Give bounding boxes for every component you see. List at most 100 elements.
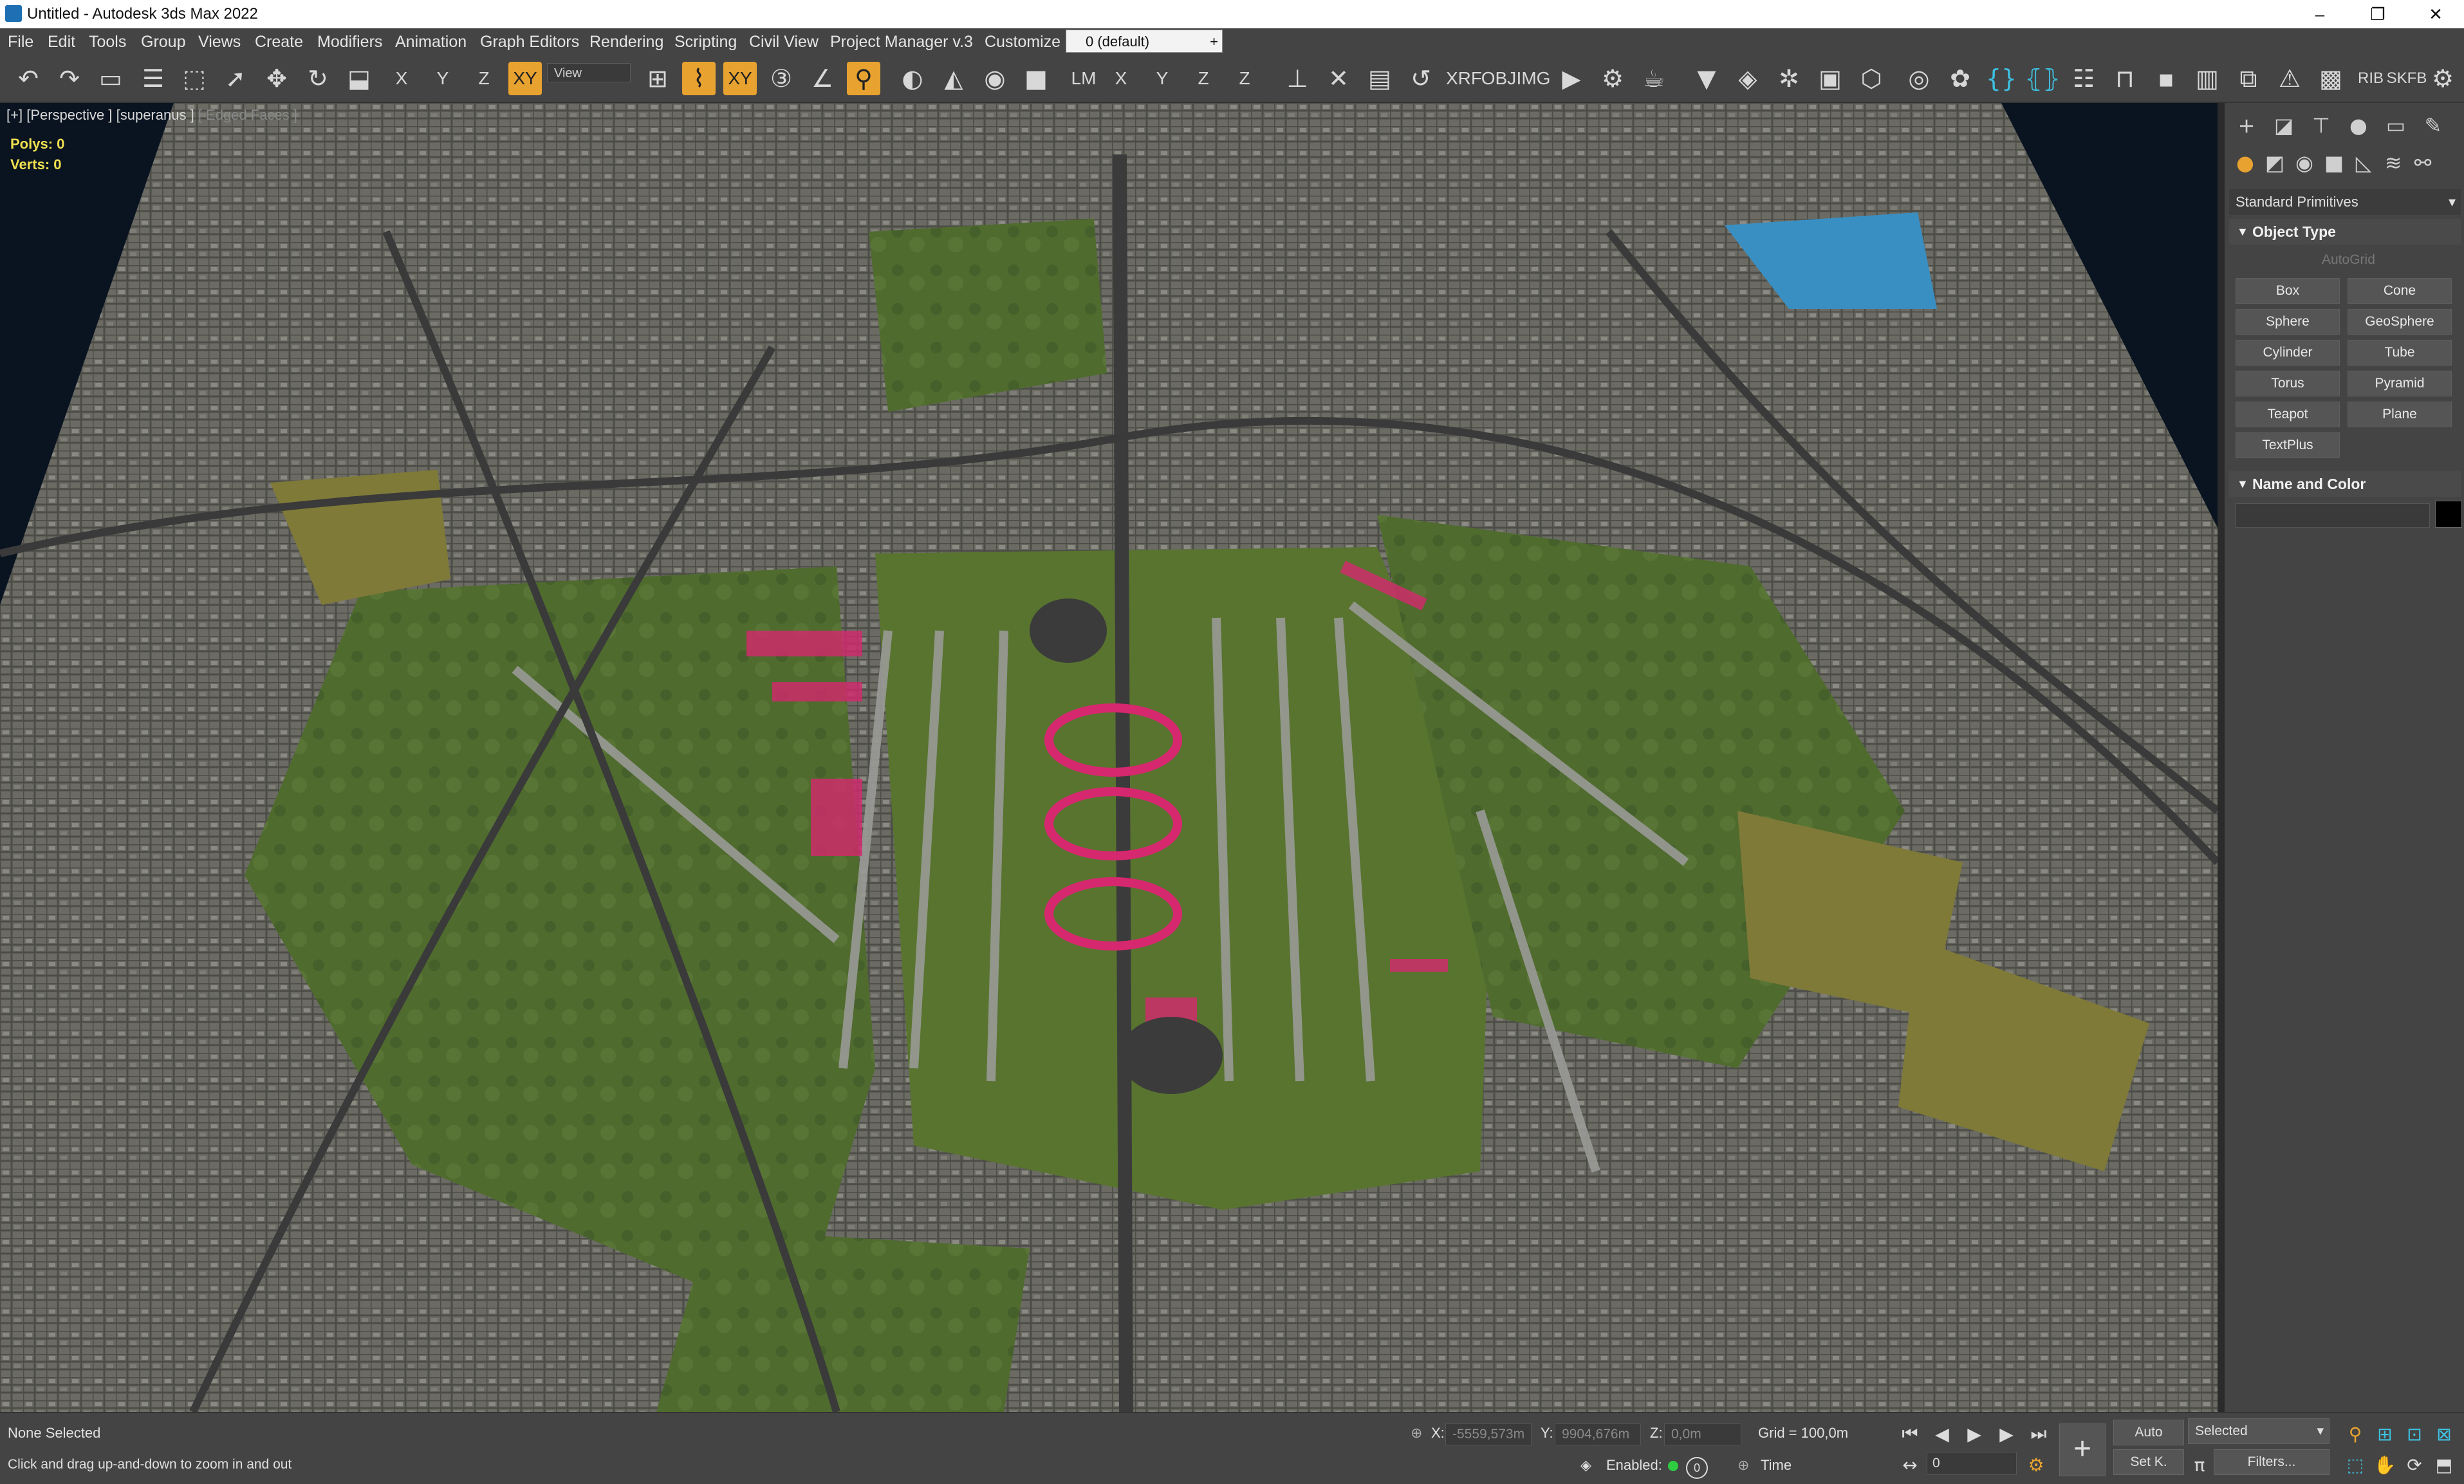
menu-tools[interactable]: Tools	[89, 28, 126, 55]
cameras-icon[interactable]: ■	[2319, 148, 2349, 178]
modify-tab-icon[interactable]: ◪	[2269, 111, 2299, 140]
layers-icon[interactable]: ▤	[1363, 62, 1396, 95]
percent-snap-icon[interactable]: ⚲	[847, 62, 880, 95]
maximize-viewport-icon[interactable]: ⬒	[2429, 1451, 2459, 1479]
axis-xy-button[interactable]: XY	[508, 62, 542, 95]
skfb-button[interactable]: SKFB	[2386, 62, 2427, 95]
viewport-edges-label[interactable]: [ Edged Faces ]	[198, 107, 297, 123]
axis-y-button[interactable]: Y	[426, 62, 459, 95]
lm-button[interactable]: LM	[1067, 62, 1100, 95]
reference-coordinate-dropdown[interactable]: View	[547, 63, 631, 82]
time-tag-counter[interactable]: 0	[1686, 1457, 1708, 1479]
viewport-view-label[interactable]: [Perspective ]	[26, 107, 112, 123]
current-frame-field[interactable]: 0	[1927, 1452, 2017, 1475]
scale-icon[interactable]: ⬓	[342, 62, 376, 95]
display-tab-icon[interactable]: ▭	[2381, 111, 2411, 140]
teapot-button[interactable]: Teapot	[2236, 402, 2340, 427]
goto-start-icon[interactable]: ⏮	[1894, 1420, 1925, 1448]
menu-edit[interactable]: Edit	[48, 28, 75, 55]
menu-scripting[interactable]: Scripting	[674, 28, 737, 55]
region-select-icon[interactable]: ⬚	[178, 62, 211, 95]
primitives-category-dropdown[interactable]: Standard Primitives ▾	[2229, 189, 2461, 215]
refresh-icon[interactable]: ↺	[1404, 62, 1438, 95]
name-and-color-rollout[interactable]: ▼ Name and Color	[2229, 471, 2461, 497]
img-button[interactable]: IMG	[1515, 62, 1552, 95]
reset-icon[interactable]: ✕	[1322, 62, 1355, 95]
menu-animation[interactable]: Animation	[395, 28, 467, 55]
object-color-swatch[interactable]	[2435, 501, 2462, 528]
zoom-extents-all-icon[interactable]: ⊠	[2429, 1420, 2459, 1448]
zoom-extents-icon[interactable]: ⊡	[2399, 1420, 2430, 1448]
axis-x-button[interactable]: X	[385, 62, 418, 95]
filter-icon[interactable]: ▼	[1690, 62, 1723, 95]
pivot-icon[interactable]: ⊞	[641, 62, 674, 95]
y-button[interactable]: Y	[1145, 62, 1179, 95]
next-frame-icon[interactable]: ▶	[1991, 1420, 2022, 1448]
utilities-tab-icon[interactable]: ✎	[2418, 111, 2448, 140]
rotate-icon[interactable]: ↻	[301, 62, 335, 95]
render-setup-icon[interactable]: ⚙	[1596, 62, 1629, 95]
x-button[interactable]: X	[1104, 62, 1138, 95]
menu-file[interactable]: File	[8, 28, 33, 55]
cube-icon[interactable]: ⬡	[1855, 62, 1888, 95]
x-coordinate-field[interactable]: -5559,573m	[1445, 1424, 1532, 1445]
object-name-field[interactable]	[2236, 503, 2430, 528]
mirror-icon[interactable]: ◐	[896, 62, 929, 95]
export-icon[interactable]: ▥	[2191, 62, 2224, 95]
tube-button[interactable]: Tube	[2348, 340, 2452, 366]
selected-dropdown[interactable]: Selected ▾	[2188, 1418, 2330, 1444]
shapes-icon[interactable]: ◩	[2260, 148, 2290, 178]
disk-icon[interactable]: ▩	[2314, 62, 2348, 95]
redo-icon[interactable]: ↷	[53, 62, 86, 95]
settings-icon[interactable]: ⚙	[2426, 62, 2459, 95]
light-icon[interactable]: ◉	[978, 62, 1012, 95]
pivot-tool-icon[interactable]: ⊥	[1281, 62, 1314, 95]
set-key-button[interactable]: Set K.	[2113, 1449, 2184, 1475]
snap-3d-icon[interactable]: ③	[764, 62, 798, 95]
camera-icon[interactable]: ■	[1019, 62, 1053, 95]
pan-hand-icon[interactable]: ✋	[2369, 1451, 2400, 1479]
time-config-icon[interactable]: ⚙	[2021, 1451, 2052, 1479]
z-button[interactable]: Z	[1187, 62, 1220, 95]
field-of-view-icon[interactable]: ⬚	[2340, 1451, 2371, 1479]
axis-z-button[interactable]: Z	[467, 62, 501, 95]
script-editor-icon[interactable]: ⦃⦄	[2024, 62, 2061, 95]
previous-frame-icon[interactable]: ◀	[1927, 1420, 1958, 1448]
spacewarps-icon[interactable]: ≋	[2378, 148, 2408, 178]
z-mirror-button[interactable]: Z	[1228, 62, 1261, 95]
menu-civil-view[interactable]: Civil View	[749, 28, 819, 55]
save-icon[interactable]: ▪	[2149, 62, 2183, 95]
sphere-button[interactable]: Sphere	[2236, 309, 2340, 335]
list-icon[interactable]: ☷	[2067, 62, 2100, 95]
select-object-icon[interactable]: ➚	[219, 62, 252, 95]
geosphere-button[interactable]: GeoSphere	[2348, 309, 2452, 335]
align-icon[interactable]: ◭	[937, 62, 970, 95]
viewport-menu-plus[interactable]: [+]	[6, 107, 23, 123]
open-folder-icon[interactable]: ▭	[94, 62, 127, 95]
axis-constraint-xy-button[interactable]: XY	[723, 62, 757, 95]
rib-button[interactable]: RIB	[2353, 62, 2389, 95]
play-script-icon[interactable]: ▶	[1555, 62, 1588, 95]
y-coordinate-field[interactable]: 9904,676m	[1555, 1424, 1641, 1445]
adaptive-degradation-icon[interactable]: ◈	[1580, 1457, 1591, 1474]
select-by-name-icon[interactable]: ☰	[136, 62, 170, 95]
photo-icon[interactable]: ▣	[1813, 62, 1847, 95]
render-teapot-icon[interactable]: ☕	[1637, 62, 1671, 95]
orbit-icon[interactable]: ⟳	[2399, 1451, 2430, 1479]
xrf-button[interactable]: XRF	[1445, 62, 1483, 95]
obj-button[interactable]: OBJ	[1480, 62, 1517, 95]
helpers-icon[interactable]: ◺	[2349, 148, 2378, 178]
textplus-button[interactable]: TextPlus	[2236, 432, 2340, 458]
box-button[interactable]: Box	[2236, 278, 2340, 304]
minimize-button[interactable]: –	[2291, 0, 2349, 28]
zoom-all-icon[interactable]: ⊞	[2369, 1420, 2400, 1448]
lock-icon[interactable]: ⊓	[2108, 62, 2142, 95]
pyramid-button[interactable]: Pyramid	[2348, 371, 2452, 396]
warning-icon[interactable]: ⚠	[2273, 62, 2306, 95]
layer-dropdown[interactable]: 0 (default) +	[1066, 30, 1223, 53]
z-coordinate-field[interactable]: 0,0m	[1664, 1424, 1741, 1445]
hierarchy-tab-icon[interactable]: ⊤	[2306, 111, 2336, 140]
viewport-shading-label[interactable]: [superanus ]	[116, 107, 194, 123]
maximize-button[interactable]: ❐	[2349, 0, 2407, 28]
box-icon[interactable]: ◈	[1731, 62, 1765, 95]
